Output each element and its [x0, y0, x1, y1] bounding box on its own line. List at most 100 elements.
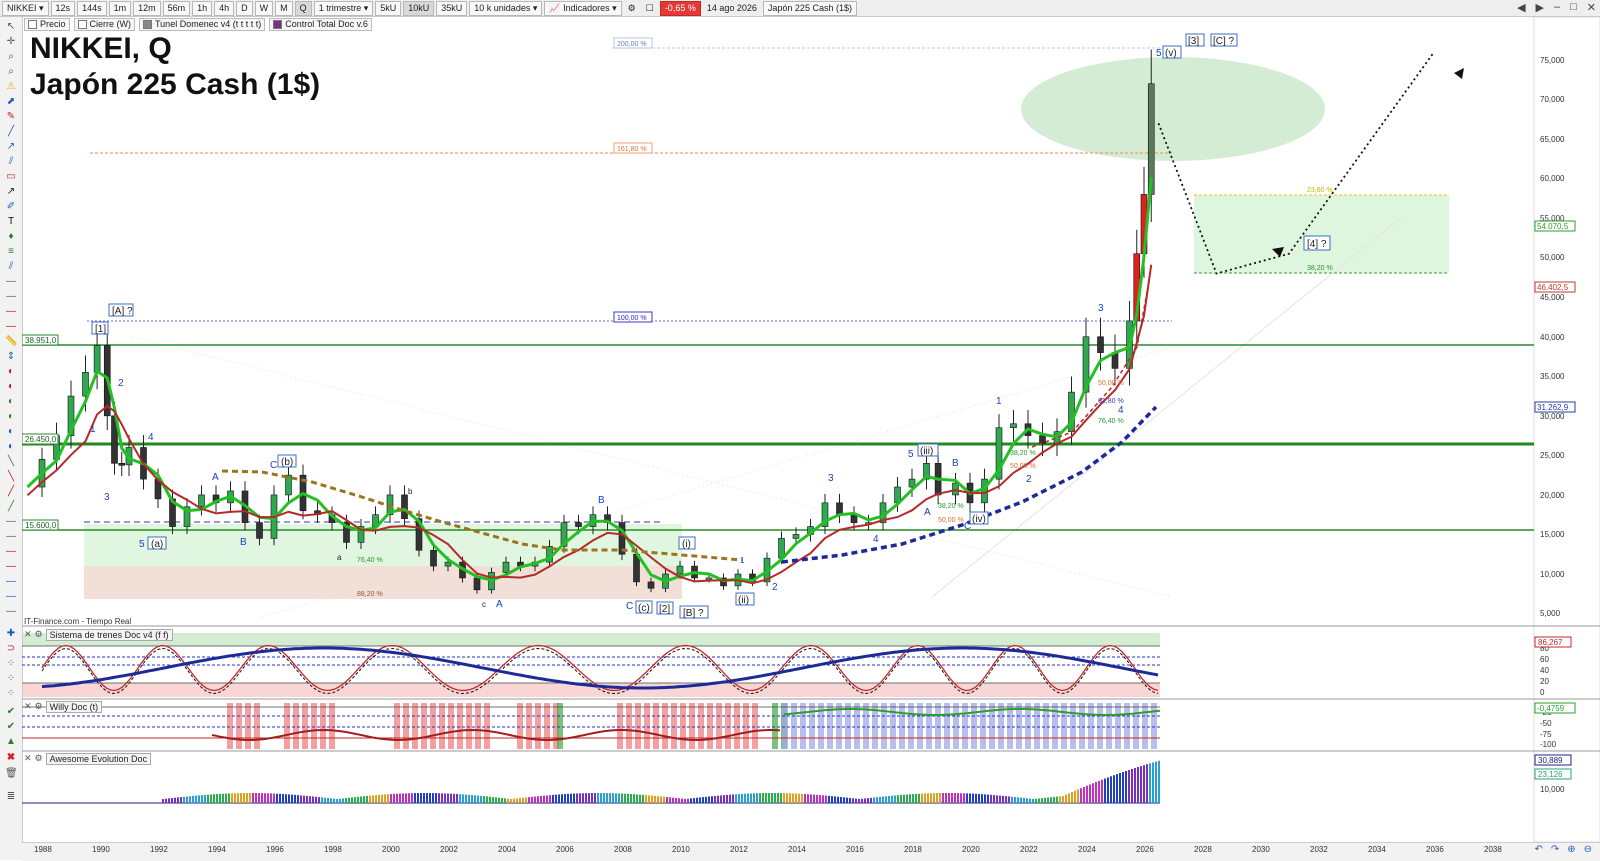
delete-icon[interactable]: ✖	[5, 753, 17, 763]
arrow-right-icon[interactable]: ▶	[1536, 1, 1544, 14]
tf-d[interactable]: D	[236, 0, 253, 16]
fib-icon[interactable]: ≡	[5, 247, 17, 257]
line3-icon[interactable]: ╲	[5, 472, 17, 482]
line2-icon[interactable]: ╲	[5, 457, 17, 467]
line4-icon[interactable]: ╱	[5, 487, 17, 497]
tf-56m[interactable]: 56m	[162, 0, 191, 16]
symbol-selector[interactable]: NIKKEI ▾	[2, 0, 49, 16]
indicators-button[interactable]: 📈 Indicadores ▾	[544, 0, 622, 16]
awesome-bar	[366, 795, 368, 803]
gear-icon[interactable]: ⚙	[35, 629, 43, 640]
shape5-icon[interactable]: ◐	[5, 427, 17, 437]
panel3-name[interactable]: Awesome Evolution Doc	[45, 752, 152, 765]
crosshair-icon[interactable]: ✛	[5, 37, 17, 47]
wave-label: [4] ?	[1307, 239, 1327, 250]
tf-4h[interactable]: 4h	[214, 0, 235, 16]
check3-icon[interactable]: ▲	[5, 737, 17, 747]
year-label: 1988	[34, 845, 52, 854]
tf-12s[interactable]: 12s	[50, 0, 76, 16]
gear-icon[interactable]: ⚙	[35, 753, 43, 764]
tf-1m[interactable]: 1m	[108, 0, 132, 16]
minimize-icon[interactable]: –	[1554, 1, 1560, 14]
awesome-bar	[1008, 796, 1010, 803]
shape6-icon[interactable]: ◐	[5, 442, 17, 452]
measure-icon[interactable]: ⇕	[5, 352, 17, 362]
zoom-in-icon[interactable]: ⊕	[1567, 844, 1575, 855]
dots2-icon[interactable]: ⁘	[5, 674, 17, 684]
cursor-blue-icon[interactable]: ⬈	[5, 97, 17, 107]
ruler-icon[interactable]: 📏	[5, 337, 17, 347]
dots3-icon[interactable]: ⁘	[5, 689, 17, 699]
tf-w[interactable]: W	[254, 0, 274, 16]
shape4-icon[interactable]: ◐	[5, 412, 17, 422]
unit-5ku[interactable]: 5kU	[375, 0, 402, 16]
line9-icon[interactable]: —	[5, 562, 17, 572]
tf-m[interactable]: M	[275, 0, 293, 16]
shape2-icon[interactable]: ◐	[5, 382, 17, 392]
close-icon[interactable]: ✕	[24, 753, 32, 764]
line6-icon[interactable]: —	[5, 517, 17, 527]
unit-10ku[interactable]: 10kU	[403, 0, 435, 16]
arrow-left-icon[interactable]: ◀	[1517, 1, 1525, 14]
checkbox-icon[interactable]: ☐	[642, 2, 658, 15]
close-icon[interactable]: ✕	[1587, 1, 1596, 14]
line11-icon[interactable]: —	[5, 592, 17, 602]
ray-icon[interactable]: ↗	[5, 142, 17, 152]
alert-icon[interactable]: ⚠	[5, 82, 17, 92]
magnet-icon[interactable]: ⊃	[5, 644, 17, 654]
line10-icon[interactable]: —	[5, 577, 17, 587]
year-label: 2012	[730, 845, 748, 854]
check-icon[interactable]: ✔	[5, 707, 17, 717]
layers-icon[interactable]: ≣	[5, 792, 17, 802]
pencil-icon[interactable]: ✐	[5, 202, 17, 212]
maximize-icon[interactable]: □	[1570, 1, 1577, 14]
channel-icon[interactable]: ⫽	[5, 262, 17, 272]
line8-icon[interactable]: —	[5, 547, 17, 557]
zoom-icon[interactable]: ⌕	[5, 52, 17, 62]
hline-icon[interactable]: —	[5, 277, 17, 287]
panel1-name[interactable]: Sistema de trenes Doc v4 (f f)	[45, 628, 173, 641]
shape1-icon[interactable]: ◐	[5, 367, 17, 377]
awesome-bar	[1068, 793, 1070, 803]
line-icon[interactable]: ╱	[5, 127, 17, 137]
parallel-icon[interactable]: ⫽	[5, 157, 17, 167]
tf-144s[interactable]: 144s	[77, 0, 107, 16]
main-price-chart[interactable]: [1] [A] ? (a) (b) (c) [2] [B] ? (i) (ii)…	[22, 17, 1600, 842]
awesome-bar	[954, 793, 956, 803]
panel2-name[interactable]: Willy Doc (t)	[45, 700, 103, 713]
rect-icon[interactable]: ▭	[5, 172, 17, 182]
period-select[interactable]: 1 trimestre ▾	[313, 0, 374, 16]
hline3-icon[interactable]: —	[5, 307, 17, 317]
awesome-bar	[885, 796, 887, 803]
shape3-icon[interactable]: ◐	[5, 397, 17, 407]
unit-select[interactable]: 10 k unidades ▾	[469, 0, 543, 16]
panel3-tick: 10,000	[1540, 785, 1565, 794]
panel-icon[interactable]: ✚	[5, 629, 17, 639]
tf-12m[interactable]: 12m	[133, 0, 161, 16]
tf-1h[interactable]: 1h	[192, 0, 213, 16]
check2-icon[interactable]: ✔	[5, 722, 17, 732]
line12-icon[interactable]: —	[5, 607, 17, 617]
gear-icon[interactable]: ⚙	[35, 701, 43, 712]
arrow-tool-icon[interactable]: ↗	[5, 187, 17, 197]
text-icon[interactable]: T	[5, 217, 17, 227]
unit-35ku[interactable]: 35kU	[436, 0, 468, 16]
dots-icon[interactable]: ⁘	[5, 659, 17, 669]
cursor-icon[interactable]: ↖	[5, 22, 17, 32]
brush-icon[interactable]: ♦	[5, 232, 17, 242]
close-icon[interactable]: ✕	[24, 701, 32, 712]
close-icon[interactable]: ✕	[24, 629, 32, 640]
line5-icon[interactable]: ╱	[5, 502, 17, 512]
awesome-bar	[1095, 782, 1097, 803]
redo-icon[interactable]: ↷	[1551, 844, 1559, 855]
eraser-icon[interactable]: ✎	[5, 112, 17, 122]
settings-icon[interactable]: ⚙	[624, 2, 640, 15]
trash-icon[interactable]: 🗑	[5, 769, 18, 779]
tf-q[interactable]: Q	[294, 0, 312, 16]
zoom-out-icon[interactable]: ⊖	[1584, 844, 1592, 855]
hline2-icon[interactable]: —	[5, 292, 17, 302]
line7-icon[interactable]: —	[5, 532, 17, 542]
zoom-out-icon[interactable]: ⌕	[5, 67, 17, 77]
undo-icon[interactable]: ↶	[1534, 844, 1542, 855]
hline4-icon[interactable]: —	[5, 322, 17, 332]
